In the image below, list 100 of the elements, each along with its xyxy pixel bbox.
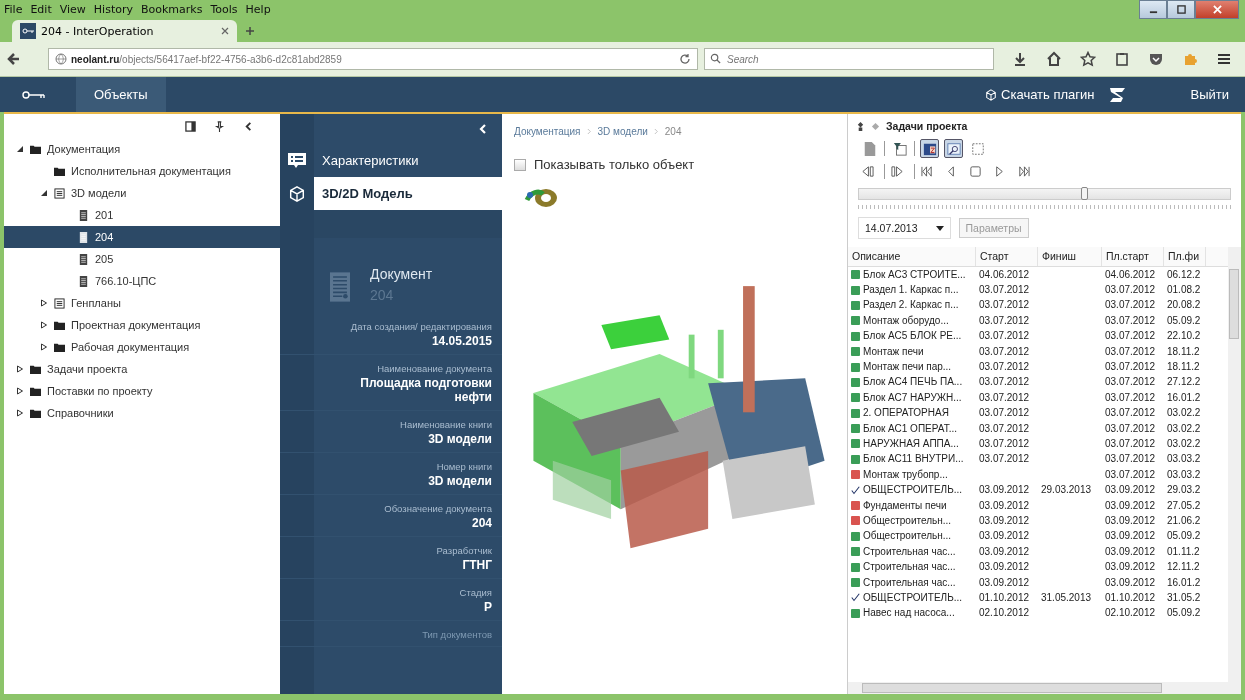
table-cell: 03.07.2012 — [1105, 344, 1156, 359]
breadcrumb-link[interactable]: Документация — [514, 126, 581, 137]
collapsed-arrow-icon[interactable] — [40, 343, 48, 351]
tree-item[interactable]: Проектная документация — [4, 314, 280, 336]
search-field[interactable]: Search — [704, 48, 994, 70]
table-cell: 03.09.2012 — [979, 575, 1030, 590]
tree-item[interactable]: Документация — [4, 138, 280, 160]
tree-item[interactable]: Задачи проекта — [4, 358, 280, 380]
download-icon[interactable] — [1012, 51, 1028, 67]
address-bar[interactable]: neolant.ru/objects/56417aef-bf22-4756-a3b6-d2c81abd2859 — [48, 48, 698, 70]
logout-link[interactable]: Выйти — [1190, 87, 1229, 102]
clipboard-icon[interactable] — [1114, 51, 1130, 67]
collapse-icon[interactable] — [478, 123, 488, 135]
tree-item[interactable]: Исполнительная документация — [4, 160, 280, 182]
tree-item[interactable]: 204 — [4, 226, 280, 248]
collapsed-arrow-icon[interactable] — [16, 387, 24, 395]
minimize-button[interactable] — [1139, 0, 1167, 19]
property-value: 3D модели — [427, 432, 492, 446]
menu-item[interactable]: History — [93, 2, 133, 16]
property-label: Номер книги — [435, 461, 492, 472]
tree-item[interactable]: 3D модели — [4, 182, 280, 204]
nav-tab[interactable]: Объекты — [76, 77, 166, 112]
table-cell: 03.09.2012 — [1105, 529, 1156, 544]
panel-icon[interactable] — [185, 121, 196, 132]
menu-item[interactable]: File — [4, 2, 23, 16]
tree-item[interactable]: Рабочая документация — [4, 336, 280, 358]
table-cell: 27.12.2 — [1167, 375, 1201, 390]
download-plugin-link[interactable]: Скачать плагин — [985, 87, 1095, 102]
status-square-icon — [851, 316, 860, 326]
tree-item[interactable]: 201 — [4, 204, 280, 226]
new-tab-icon[interactable] — [245, 26, 255, 36]
menu-icon[interactable] — [1216, 51, 1232, 67]
checkmark-icon — [851, 485, 860, 495]
document-icon — [78, 209, 89, 221]
property-value: Площадка подготовки нефти — [359, 376, 492, 404]
reload-icon[interactable] — [679, 53, 691, 65]
collapsed-arrow-icon[interactable] — [40, 321, 48, 329]
property-value: Р — [483, 600, 492, 614]
property-label: Тип документов — [421, 629, 492, 640]
tree-item[interactable]: 205 — [4, 248, 280, 270]
status-square-icon — [851, 501, 860, 511]
zoom-tool-button[interactable] — [944, 139, 963, 158]
column-header[interactable]: Пл.старт — [1102, 247, 1164, 266]
tree-label: 3D модели — [71, 187, 127, 199]
key-icon[interactable] — [22, 88, 46, 101]
collapsed-arrow-icon[interactable] — [16, 409, 24, 417]
list-box-icon — [54, 187, 65, 199]
chevron-icon — [653, 128, 659, 135]
table-cell: Блок АС11 ВНУТРИ... — [863, 452, 964, 467]
table-cell: 03.02.2 — [1167, 437, 1201, 451]
stop-icon[interactable] — [968, 165, 983, 178]
checkbox[interactable] — [514, 158, 526, 171]
table-cell: 03.07.2012 — [979, 329, 1030, 344]
collapsed-arrow-icon[interactable] — [16, 365, 24, 373]
vertical-scrollbar[interactable] — [1228, 247, 1241, 682]
table-cell: Строительная час... — [863, 560, 956, 575]
pin-icon[interactable] — [214, 121, 225, 132]
last-icon[interactable] — [1016, 165, 1031, 178]
tree-item[interactable]: Поставки по проекту — [4, 380, 280, 402]
collapsed-arrow-icon[interactable] — [40, 299, 48, 307]
menu-item[interactable]: Bookmarks — [141, 2, 203, 16]
tree-item[interactable]: Справочники — [4, 402, 280, 424]
object-tab[interactable]: Характеристики — [280, 144, 502, 177]
calendar-tool-button[interactable] — [920, 139, 939, 158]
tree-item[interactable]: 766.10-ЦПС — [4, 270, 280, 292]
table-cell: 03.09.2012 — [979, 498, 1030, 513]
menu-item[interactable]: View — [59, 2, 86, 16]
column-header[interactable]: Описание — [848, 247, 976, 266]
collapse-icon[interactable] — [243, 121, 254, 132]
star-icon[interactable] — [1080, 51, 1096, 67]
expanded-arrow-icon[interactable] — [40, 189, 48, 197]
home-icon[interactable] — [1046, 51, 1062, 67]
column-header[interactable]: Пл.фи — [1164, 247, 1206, 266]
move-icon[interactable] — [856, 121, 865, 131]
close-icon[interactable] — [221, 27, 229, 35]
back-icon[interactable] — [6, 51, 22, 67]
tree-item[interactable]: Генпланы — [4, 292, 280, 314]
expanded-arrow-icon[interactable] — [16, 145, 24, 153]
property-value: 204 — [470, 516, 492, 530]
step-back-icon[interactable] — [860, 165, 875, 178]
slider-thumb[interactable] — [1081, 187, 1089, 200]
menu-item[interactable]: Help — [245, 2, 271, 16]
table-cell: 03.02.2 — [1167, 421, 1201, 436]
close-button[interactable] — [1195, 0, 1239, 19]
table-cell: 03.09.2012 — [979, 483, 1030, 498]
property-label: Обозначение документа — [383, 503, 492, 514]
column-header[interactable]: Финиш — [1038, 247, 1102, 266]
property-label: Разработчик — [435, 545, 492, 556]
column-header[interactable]: Старт — [976, 247, 1038, 266]
maximize-button[interactable] — [1167, 0, 1195, 19]
step-forward-icon[interactable] — [890, 165, 905, 178]
first-icon[interactable] — [920, 165, 935, 178]
browser-tab[interactable]: 204 - InterOperation — [12, 20, 237, 42]
menu-item[interactable]: Tools — [210, 2, 238, 16]
timeline-slider[interactable] — [858, 188, 1231, 200]
chevron-icon — [586, 128, 592, 135]
breadcrumb-link[interactable]: 3D модели — [597, 126, 648, 137]
date-dropdown[interactable]: 14.07.2013 — [858, 217, 951, 239]
menu-item[interactable]: Edit — [30, 2, 52, 16]
horizontal-scrollbar[interactable] — [848, 682, 1241, 694]
